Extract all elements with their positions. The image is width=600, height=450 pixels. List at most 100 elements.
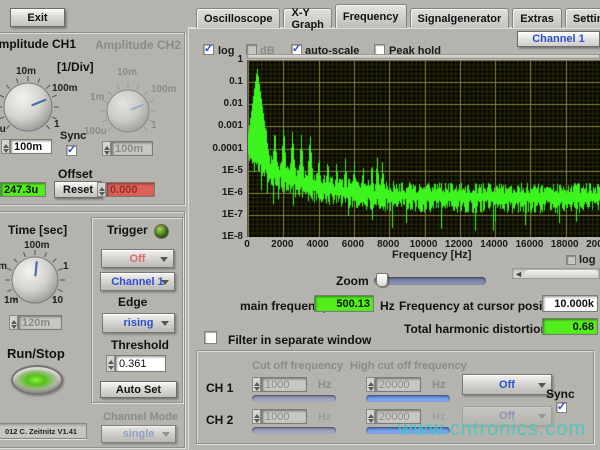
channel-mode-label: Channel Mode bbox=[103, 411, 178, 423]
ch1-scale-10m: 10m bbox=[16, 66, 36, 77]
x-tick-label: 6000 bbox=[333, 239, 373, 250]
filter-separate-window-label: Filter in separate window bbox=[228, 333, 371, 347]
ch1-high-cutoff-field[interactable]: 20000 bbox=[375, 377, 421, 392]
filter-sync-checkbox[interactable] bbox=[556, 402, 567, 413]
offset-reset-button[interactable]: Reset bbox=[54, 181, 102, 198]
zoom-slider-thumb[interactable] bbox=[376, 273, 388, 287]
x-tick-label: 14000 bbox=[474, 239, 514, 250]
ch2-scale-1: 1 bbox=[151, 120, 157, 131]
ch1-low-cutoff-field[interactable]: 1000 bbox=[261, 377, 307, 392]
exit-button[interactable]: Exit bbox=[10, 8, 65, 27]
ch1-high-cutoff-spinner[interactable] bbox=[366, 377, 375, 392]
ch2-amplitude-spinner[interactable] bbox=[102, 141, 111, 156]
scrollbar-left-arrow-icon[interactable]: ◄ bbox=[514, 269, 523, 279]
ch1-high-unit: Hz bbox=[432, 379, 445, 391]
ch2-low-cutoff-slider[interactable] bbox=[252, 427, 336, 434]
ch1-amplitude-field[interactable]: 100m bbox=[10, 139, 52, 154]
channel-select-button[interactable]: Channel 1 bbox=[517, 31, 600, 47]
ch2-scale-10m: 10m bbox=[117, 67, 137, 78]
time-spinner[interactable] bbox=[9, 315, 18, 330]
cursor-frequency-field[interactable]: 10.000k bbox=[542, 295, 598, 312]
thd-label: Total harmonic distortion bbox=[404, 322, 548, 336]
tab-oscilloscope[interactable]: Oscilloscope bbox=[196, 8, 280, 28]
auto-set-button[interactable]: Auto Set bbox=[100, 381, 177, 398]
y-tick-label: 0.001 bbox=[203, 120, 243, 131]
tab-x-y-graph[interactable]: X-Y Graph bbox=[283, 8, 331, 28]
ch2-amplitude-field[interactable]: 100m bbox=[111, 141, 153, 156]
time-scale-1: 1 bbox=[63, 261, 69, 272]
run-stop-button[interactable] bbox=[11, 365, 63, 395]
trigger-led bbox=[154, 224, 169, 239]
threshold-field[interactable]: 0.361 bbox=[115, 355, 166, 372]
time-field[interactable]: 120m bbox=[18, 315, 62, 330]
dropdown-arrow-icon bbox=[161, 321, 169, 330]
channel-mode-dropdown[interactable]: single bbox=[101, 425, 176, 443]
time-scale-1m: 1m bbox=[4, 295, 18, 306]
tab-frequency[interactable]: Frequency bbox=[335, 4, 407, 28]
zoom-slider-track[interactable] bbox=[374, 277, 486, 285]
threshold-spinner[interactable] bbox=[106, 355, 115, 372]
per-div-label: [1/Div] bbox=[57, 60, 94, 74]
ch1-low-cutoff-slider[interactable] bbox=[252, 395, 336, 402]
ch1-scale-100u: 100u bbox=[0, 124, 6, 135]
trigger-edge-dropdown[interactable]: rising bbox=[102, 313, 175, 333]
spectrum-plot[interactable] bbox=[247, 60, 600, 237]
offset-ch2-spinner[interactable] bbox=[97, 182, 106, 197]
ch2-low-cutoff-spinner[interactable] bbox=[252, 409, 261, 424]
scrollbar-thumb[interactable] bbox=[525, 270, 598, 277]
y-tick-label: 1 bbox=[203, 54, 243, 65]
ch2-scale-1m: 1m bbox=[90, 92, 104, 103]
offset-label: Offset bbox=[58, 167, 93, 181]
ch1-high-cutoff-slider[interactable] bbox=[366, 395, 450, 402]
ch2-low-cutoff-field[interactable]: 1000 bbox=[261, 409, 307, 424]
offset-ch2-field[interactable]: 0.000 bbox=[106, 182, 155, 197]
main-frequency-readout: 500.13 bbox=[314, 295, 374, 312]
cutoff-frequency-label: Cut off frequency bbox=[252, 360, 343, 372]
trigger-mode-dropdown[interactable]: Off bbox=[101, 249, 174, 268]
trigger-edge-value: rising bbox=[124, 317, 154, 329]
ch1-low-cutoff-spinner[interactable] bbox=[252, 377, 261, 392]
run-stop-label: Run/Stop bbox=[7, 346, 65, 361]
ch2-scale-100m: 100m bbox=[151, 84, 177, 95]
time-scale-100m: 100m bbox=[24, 240, 50, 251]
tab-extras[interactable]: Extras bbox=[512, 8, 562, 28]
trigger-title: Trigger bbox=[107, 223, 148, 237]
trigger-mode-value: Off bbox=[130, 253, 146, 265]
y-tick-label: 1E-5 bbox=[203, 165, 243, 176]
y-tick-label: 0.01 bbox=[203, 98, 243, 109]
amplitude-ch1-title: Amplitude CH1 bbox=[0, 37, 76, 51]
x-tick-label: 8000 bbox=[368, 239, 408, 250]
tab-signalgenerator[interactable]: Signalgenerator bbox=[410, 8, 510, 28]
x-tick-label: 4000 bbox=[298, 239, 338, 250]
x-tick-label: 0 bbox=[227, 239, 267, 250]
tab-settings[interactable]: Settings bbox=[565, 8, 600, 28]
xaxis-log-label: log bbox=[579, 254, 596, 266]
sync-amplitude-label: Sync bbox=[60, 130, 86, 142]
y-tick-label: 1E-7 bbox=[203, 209, 243, 220]
y-tick-label: 0.0001 bbox=[203, 143, 243, 154]
x-tick-label: 20000 bbox=[580, 239, 600, 250]
trigger-source-value: Channel 1 bbox=[111, 276, 164, 288]
sync-amplitude-checkbox[interactable] bbox=[66, 145, 77, 156]
cursor-frequency-label: Frequency at cursor position bbox=[399, 299, 564, 313]
graph-top-strip bbox=[247, 54, 600, 59]
graph-scrollbar[interactable]: ◄ bbox=[512, 268, 600, 279]
dropdown-arrow-icon bbox=[538, 383, 546, 392]
dropdown-arrow-icon bbox=[162, 432, 170, 441]
ch1-amplitude-spinner[interactable] bbox=[1, 139, 10, 154]
filter-separate-window-checkbox[interactable] bbox=[204, 331, 217, 344]
time-knob[interactable] bbox=[3, 248, 67, 317]
tab-bar: OscilloscopeX-Y GraphFrequencySignalgene… bbox=[196, 5, 600, 28]
filter-mode-dropdown[interactable]: Off bbox=[462, 374, 552, 395]
filter-ch2-label: CH 2 bbox=[206, 413, 233, 427]
trigger-source-dropdown[interactable]: Channel 1 bbox=[100, 272, 175, 291]
amplitude-ch2-knob[interactable] bbox=[98, 81, 158, 146]
trigger-group bbox=[91, 217, 183, 403]
version-bar[interactable]: 012 C. Zeitnitz V1.41 bbox=[0, 423, 87, 439]
app-window: Exit Amplitude CH1 Amplitude CH2 [1/Div]… bbox=[0, 0, 600, 450]
xaxis-log-checkbox[interactable] bbox=[566, 255, 576, 265]
ch2-low-unit: Hz bbox=[318, 411, 331, 423]
y-tick-label: 1E-6 bbox=[203, 187, 243, 198]
time-scale-10m: 10m bbox=[0, 261, 7, 272]
ch2-high-cutoff-spinner[interactable] bbox=[366, 409, 375, 424]
